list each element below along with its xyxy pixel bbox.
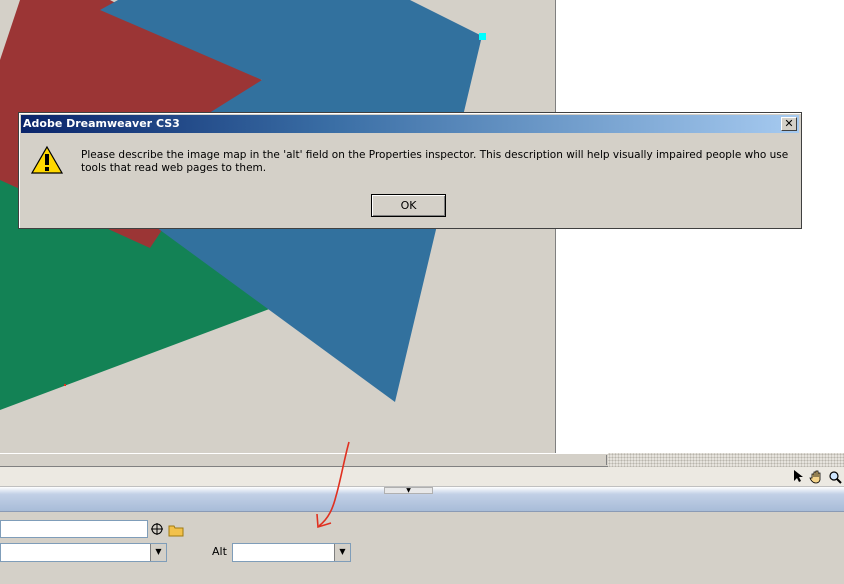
chevron-down-icon[interactable]: ▼ [334, 544, 350, 561]
alert-dialog: Adobe Dreamweaver CS3 ✕ Please describe … [18, 112, 802, 229]
dialog-title: Adobe Dreamweaver CS3 [23, 117, 180, 130]
target-select[interactable]: ▼ [0, 543, 167, 562]
chevron-down-icon[interactable]: ▼ [150, 544, 166, 561]
panel-collapse-handle[interactable]: ▼ [384, 487, 433, 494]
statusbar-pattern [608, 453, 844, 467]
point-to-file-icon[interactable] [150, 521, 164, 535]
close-icon[interactable]: ✕ [781, 117, 797, 131]
hand-tool-icon[interactable] [809, 470, 823, 484]
alt-label: Alt [212, 545, 227, 558]
annotation-arrow [316, 441, 350, 529]
folder-icon[interactable] [168, 522, 185, 537]
pointer-tool-icon[interactable] [791, 470, 805, 484]
link-input[interactable] [0, 520, 148, 538]
status-toolbar [0, 467, 844, 487]
warning-icon [30, 145, 64, 179]
zoom-tool-icon[interactable] [828, 470, 842, 484]
dialog-message: Please describe the image map in the 'al… [81, 149, 789, 174]
dialog-titlebar[interactable]: Adobe Dreamweaver CS3 ✕ [21, 115, 799, 133]
ok-button[interactable]: OK [371, 194, 446, 217]
red-marker [64, 384, 66, 386]
alt-select[interactable]: ▼ [232, 543, 351, 562]
hotspot-handle[interactable] [479, 33, 486, 40]
